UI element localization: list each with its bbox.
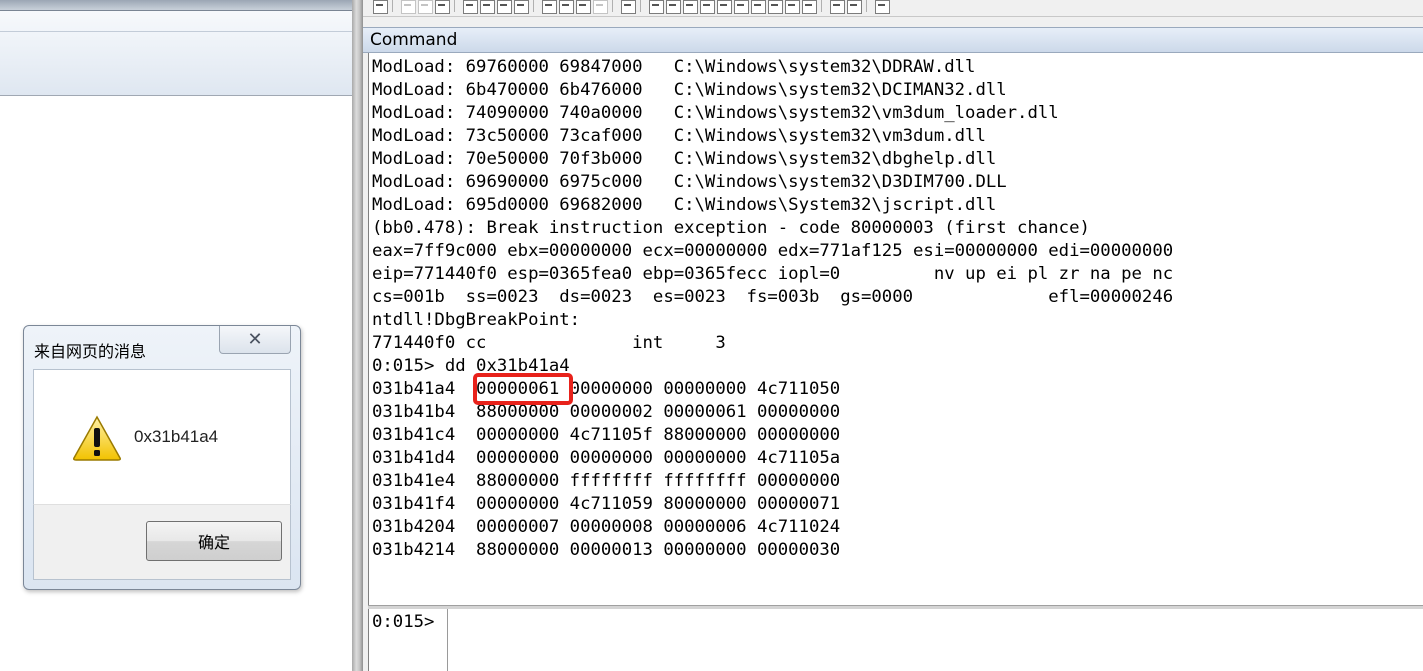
step-into-icon[interactable] xyxy=(542,0,557,14)
source-mode-icon[interactable] xyxy=(802,0,817,14)
output-line: 031b41c4 00000000 4c71105f 88000000 0000… xyxy=(372,425,841,445)
command-window-icon[interactable] xyxy=(649,0,664,14)
ok-button[interactable]: 确定 xyxy=(146,521,282,561)
toolbar-separator xyxy=(821,0,826,12)
output-line: 031b4214 88000000 00000013 00000000 0000… xyxy=(372,540,841,560)
output-line: ntdll!DbgBreakPoint: xyxy=(372,310,581,330)
debugger-window: Command ModLoad: 69760000 69847000 C:\Wi… xyxy=(363,0,1423,671)
go-icon[interactable] xyxy=(463,0,478,14)
warning-icon xyxy=(73,415,121,461)
cut-icon[interactable] xyxy=(401,0,416,14)
disassembly-window-icon[interactable] xyxy=(751,0,766,14)
output-line: 031b4204 00000007 00000008 00000006 4c71… xyxy=(372,517,841,537)
output-line: eip=771440f0 esp=0365fea0 ebp=0365fecc i… xyxy=(372,264,1174,284)
output-line: ModLoad: 69760000 69847000 C:\Windows\sy… xyxy=(372,57,976,77)
call-stack-window-icon[interactable] xyxy=(734,0,749,14)
run-to-cursor-icon[interactable] xyxy=(593,0,608,14)
toolbar-divider xyxy=(0,31,352,32)
breakpoint-hand-icon[interactable] xyxy=(621,0,636,14)
window-splitter[interactable] xyxy=(352,0,363,671)
toolbar-separator xyxy=(640,0,645,12)
output-line: 031b41e4 88000000 ffffffff ffffffff 0000… xyxy=(372,471,841,491)
alert-dialog: 来自网页的消息 ✕ 0x31b41a4 确定 xyxy=(23,325,301,590)
paste-icon[interactable] xyxy=(435,0,450,14)
registers-window-icon[interactable] xyxy=(700,0,715,14)
dialog-body: 0x31b41a4 xyxy=(33,369,291,504)
close-button[interactable]: ✕ xyxy=(219,326,291,354)
browser-toolbar-area xyxy=(0,11,352,96)
output-line: ModLoad: 73c50000 73caf000 C:\Windows\sy… xyxy=(372,126,986,146)
step-out-icon[interactable] xyxy=(576,0,591,14)
output-line: 031b41f4 00000000 4c711059 80000000 0000… xyxy=(372,494,841,514)
command-prompt: 0:015> xyxy=(372,612,435,632)
stop-debugging-icon[interactable] xyxy=(497,0,512,14)
break-icon[interactable] xyxy=(514,0,529,14)
output-line: (bb0.478): Break instruction exception -… xyxy=(372,218,1090,238)
output-line: 031b41b4 88000000 00000002 00000061 0000… xyxy=(372,402,841,422)
watch-window-icon[interactable] xyxy=(666,0,681,14)
open-icon[interactable] xyxy=(373,0,388,14)
output-line: 031b41a4 00000061 00000000 00000000 4c71… xyxy=(372,379,841,399)
source-mode-toggle-icon[interactable] xyxy=(830,0,845,14)
copy-icon[interactable] xyxy=(418,0,433,14)
processes-threads-icon[interactable] xyxy=(785,0,800,14)
output-line: 771440f0 cc int 3 xyxy=(372,333,726,353)
toolbar-separator xyxy=(866,0,871,12)
browser-window-frame xyxy=(0,0,352,11)
dialog-title: 来自网页的消息 xyxy=(34,342,147,361)
command-input[interactable] xyxy=(447,609,1423,671)
output-line: ModLoad: 70e50000 70f3b000 C:\Windows\sy… xyxy=(372,149,997,169)
toolbar-separator xyxy=(392,0,397,12)
memory-window-icon[interactable] xyxy=(717,0,732,14)
output-line: eax=7ff9c000 ebx=00000000 ecx=00000000 e… xyxy=(372,241,1174,261)
output-line: ModLoad: 74090000 740a0000 C:\Windows\sy… xyxy=(372,103,1059,123)
command-window-titlebar: Command xyxy=(363,27,1423,53)
output-line: ModLoad: 6b470000 6b476000 C:\Windows\sy… xyxy=(372,80,1007,100)
toolbar-separator xyxy=(533,0,538,12)
highlight-annotation xyxy=(473,373,573,405)
font-icon[interactable] xyxy=(847,0,862,14)
step-over-icon[interactable] xyxy=(559,0,574,14)
command-input-row: 0:015> xyxy=(368,609,1423,671)
command-window-title: Command xyxy=(370,30,458,50)
output-line: ModLoad: 69690000 6975c000 C:\Windows\sy… xyxy=(372,172,1007,192)
options-icon[interactable] xyxy=(875,0,890,14)
command-output[interactable]: ModLoad: 69760000 69847000 C:\Windows\sy… xyxy=(368,53,1423,605)
dialog-footer: 确定 xyxy=(33,504,291,580)
toolbar-separator xyxy=(454,0,459,12)
debugger-toolbar xyxy=(363,0,1423,17)
toolbar-separator xyxy=(612,0,617,12)
locals-window-icon[interactable] xyxy=(683,0,698,14)
restart-icon[interactable] xyxy=(480,0,495,14)
screen: Command ModLoad: 69760000 69847000 C:\Wi… xyxy=(0,0,1423,671)
output-line: cs=001b ss=0023 ds=0023 es=0023 fs=003b … xyxy=(372,287,1174,307)
scratch-pad-icon[interactable] xyxy=(768,0,783,14)
dialog-message: 0x31b41a4 xyxy=(134,427,219,446)
output-line: ModLoad: 695d0000 69682000 C:\Windows\Sy… xyxy=(372,195,997,215)
close-icon: ✕ xyxy=(247,329,263,350)
output-line: 031b41d4 00000000 00000000 00000000 4c71… xyxy=(372,448,841,468)
